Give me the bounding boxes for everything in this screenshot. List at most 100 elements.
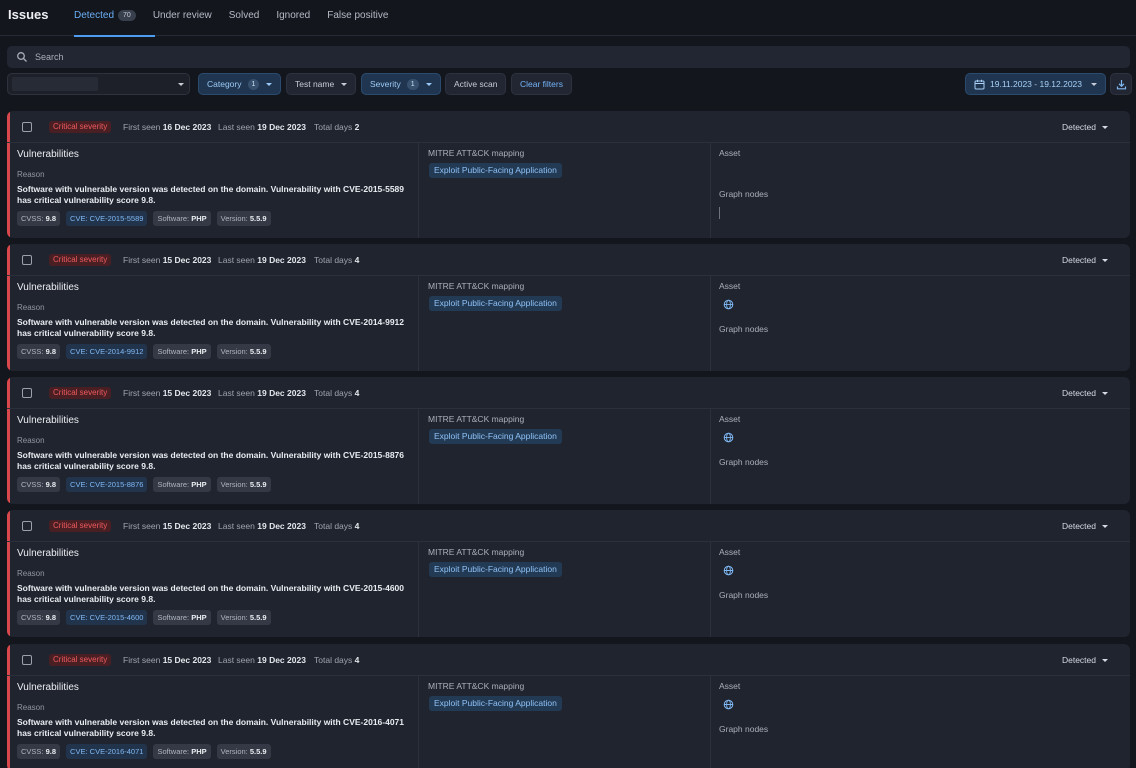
mitre-label: MITRE ATT&CK mapping	[428, 414, 525, 424]
version-label: Version:	[220, 480, 248, 489]
first-seen-value: 16 Dec 2023	[162, 122, 212, 132]
status-dropdown[interactable]: Detected	[1062, 520, 1108, 532]
last-seen: Last seen 19 Dec 2023	[218, 121, 306, 133]
tab-under-review[interactable]: Under review	[153, 0, 212, 36]
total-days: Total days 4	[314, 520, 359, 532]
cve-chip[interactable]: CVE: CVE-2015-8876	[66, 477, 148, 492]
mitre-technique-tag[interactable]: Exploit Public-Facing Application	[429, 163, 562, 178]
issue-chips: CVSS: 9.8 CVE: CVE-2014-9912 Software: P…	[17, 344, 277, 359]
asset-label: Asset	[719, 414, 741, 424]
active-scan-button[interactable]: Active scan	[445, 73, 507, 95]
status-value: Detected	[1061, 521, 1096, 531]
cve-chip[interactable]: CVE: CVE-2014-9912	[66, 344, 148, 359]
column-divider	[710, 143, 711, 238]
card-divider	[7, 675, 1130, 676]
last-seen: Last seen 19 Dec 2023	[218, 520, 306, 532]
chevron-down-icon	[1091, 82, 1098, 86]
total-days-label: Total days	[314, 255, 353, 265]
test-name-filter[interactable]: Test name	[286, 73, 357, 95]
mitre-technique-tag[interactable]: Exploit Public-Facing Application	[429, 296, 562, 311]
asset-label: Asset	[719, 681, 741, 691]
total-days-value: 4	[354, 255, 360, 265]
cvss-chip: CVSS: 9.8	[17, 610, 61, 625]
globe-icon[interactable]	[723, 699, 734, 710]
project-select[interactable]	[7, 73, 190, 95]
issue-checkbox[interactable]	[22, 122, 32, 132]
issue-checkbox[interactable]	[22, 255, 32, 265]
severity-badge: Critical severity	[49, 387, 112, 399]
globe-icon[interactable]	[723, 432, 734, 443]
total-days-value: 2	[354, 122, 360, 132]
tab-ignored[interactable]: Ignored	[276, 0, 310, 36]
tab-false-positive[interactable]: False positive	[327, 0, 388, 36]
cve-value: CVE-2014-9912	[89, 347, 144, 356]
column-divider	[710, 409, 711, 504]
date-range-picker[interactable]: 19.11.2023 - 19.12.2023	[965, 73, 1107, 95]
cvss-value: 9.8	[45, 347, 57, 356]
issue-card[interactable]: Critical severity First seen 16 Dec 2023…	[7, 111, 1130, 238]
total-days: Total days 4	[314, 254, 359, 266]
issue-card[interactable]: Critical severity First seen 15 Dec 2023…	[7, 244, 1130, 371]
globe-icon[interactable]	[723, 565, 734, 576]
first-seen-value: 15 Dec 2023	[162, 521, 212, 531]
column-divider	[418, 542, 419, 637]
total-days-label: Total days	[314, 388, 353, 398]
issue-card[interactable]: Critical severity First seen 15 Dec 2023…	[7, 644, 1130, 768]
status-dropdown[interactable]: Detected	[1062, 121, 1108, 133]
last-seen: Last seen 19 Dec 2023	[218, 254, 306, 266]
clear-filters-button[interactable]: Clear filters	[511, 73, 572, 95]
last-seen-value: 19 Dec 2023	[257, 122, 306, 132]
download-button[interactable]	[1110, 73, 1132, 95]
last-seen-label: Last seen	[218, 388, 255, 398]
status-value: Detected	[1061, 255, 1096, 265]
version-label: Version:	[220, 214, 248, 223]
severity-filter-label: Severity	[370, 79, 401, 89]
mitre-technique-tag[interactable]: Exploit Public-Facing Application	[429, 696, 562, 711]
severity-badge: Critical severity	[49, 654, 112, 666]
issue-checkbox[interactable]	[22, 521, 32, 531]
issue-checkbox[interactable]	[22, 655, 32, 665]
graph-node-marker	[719, 207, 720, 219]
column-divider	[418, 676, 419, 768]
status-dropdown[interactable]: Detected	[1062, 254, 1108, 266]
filter-bar: Category 1 Test name Severity 1 Active s…	[7, 73, 1133, 95]
mitre-technique-tag[interactable]: Exploit Public-Facing Application	[429, 562, 562, 577]
graph-nodes-label: Graph nodes	[719, 189, 769, 199]
software-chip: Software: PHP	[153, 344, 211, 359]
reason-text: Software with vulnerable version was det…	[17, 184, 405, 205]
category-filter[interactable]: Category 1	[198, 73, 282, 95]
version-label: Version:	[220, 747, 248, 756]
issue-card[interactable]: Critical severity First seen 15 Dec 2023…	[7, 510, 1130, 637]
reason-text: Software with vulnerable version was det…	[17, 583, 405, 604]
globe-icon[interactable]	[723, 299, 734, 310]
severity-badge: Critical severity	[49, 121, 112, 133]
version-label: Version:	[220, 613, 248, 622]
cve-chip[interactable]: CVE: CVE-2016-4071	[66, 744, 148, 759]
status-dropdown[interactable]: Detected	[1062, 654, 1108, 666]
tab-detected[interactable]: Detected 70	[74, 0, 155, 37]
issue-card[interactable]: Critical severity First seen 15 Dec 2023…	[7, 377, 1130, 504]
search-bar	[7, 46, 1130, 68]
card-divider	[7, 142, 1130, 143]
cvss-value: 9.8	[45, 214, 57, 223]
issue-checkbox[interactable]	[22, 388, 32, 398]
issue-chips: CVSS: 9.8 CVE: CVE-2015-5589 Software: P…	[17, 211, 277, 226]
severity-filter[interactable]: Severity 1	[361, 73, 441, 95]
mitre-label: MITRE ATT&CK mapping	[428, 681, 525, 691]
asset-label: Asset	[719, 547, 741, 557]
search-input[interactable]	[35, 46, 1115, 68]
cve-chip[interactable]: CVE: CVE-2015-4600	[66, 610, 148, 625]
software-value: PHP	[191, 747, 207, 756]
tab-solved[interactable]: Solved	[229, 0, 260, 36]
software-label: Software:	[157, 747, 190, 756]
asset-label: Asset	[719, 148, 741, 158]
status-dropdown[interactable]: Detected	[1062, 387, 1108, 399]
mitre-technique-tag[interactable]: Exploit Public-Facing Application	[429, 429, 562, 444]
graph-nodes-label: Graph nodes	[719, 457, 769, 467]
cve-chip[interactable]: CVE: CVE-2015-5589	[66, 211, 148, 226]
cve-label: CVE:	[70, 347, 88, 356]
total-days-label: Total days	[314, 521, 353, 531]
issue-category: Vulnerabilities	[17, 149, 79, 160]
tab-count-badge: 70	[118, 10, 136, 21]
total-days: Total days 2	[314, 121, 359, 133]
